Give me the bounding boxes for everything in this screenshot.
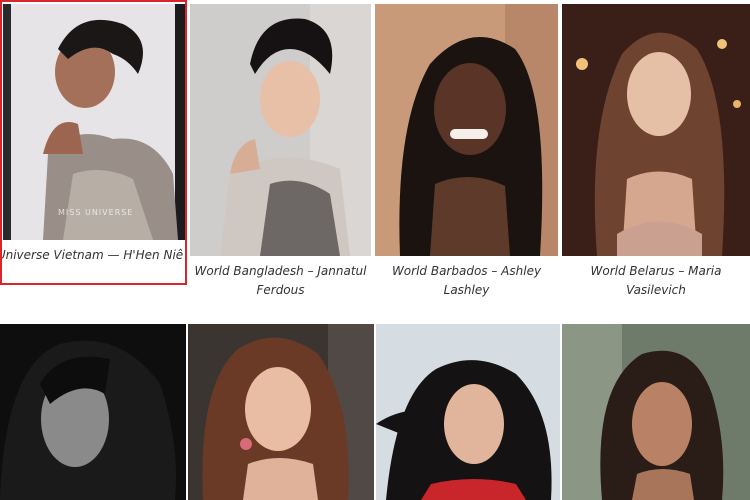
contestant-photo[interactable]: [375, 4, 558, 256]
contestant-photo[interactable]: [562, 4, 750, 256]
contestant-caption: Universe Vietnam — H'Hen Niê: [0, 248, 184, 262]
contestant-photo[interactable]: [3, 4, 186, 240]
contestant-caption: World Bangladesh – Jannatul Ferdous: [194, 264, 367, 297]
contestant-gallery: MISS UNIVERSE Universe Vietnam — H'Hen N…: [0, 0, 750, 500]
contestant-photo[interactable]: [0, 324, 186, 500]
watermark-text: MISS UNIVERSE: [58, 208, 134, 217]
contestant-card-row2-4[interactable]: [562, 324, 750, 500]
contestant-card-bangladesh[interactable]: World Bangladesh – Jannatul Ferdous: [190, 0, 371, 300]
contestant-card-vietnam[interactable]: MISS UNIVERSE Universe Vietnam — H'Hen N…: [0, 0, 187, 285]
contestant-caption: World Barbados – Ashley Lashley: [391, 264, 542, 297]
contestant-photo[interactable]: [188, 324, 374, 500]
contestant-card-row2-3[interactable]: [376, 324, 560, 500]
contestant-card-row2-1[interactable]: [0, 324, 186, 500]
contestant-photo[interactable]: [376, 324, 560, 500]
contestant-photo[interactable]: [562, 324, 750, 500]
contestant-caption: World Belarus – Maria Vasilevich: [590, 264, 722, 297]
contestant-card-row2-2[interactable]: [188, 324, 374, 500]
contestant-photo[interactable]: [190, 4, 371, 256]
contestant-card-barbados[interactable]: World Barbados – Ashley Lashley: [375, 0, 558, 300]
contestant-card-belarus[interactable]: World Belarus – Maria Vasilevich: [562, 0, 750, 300]
